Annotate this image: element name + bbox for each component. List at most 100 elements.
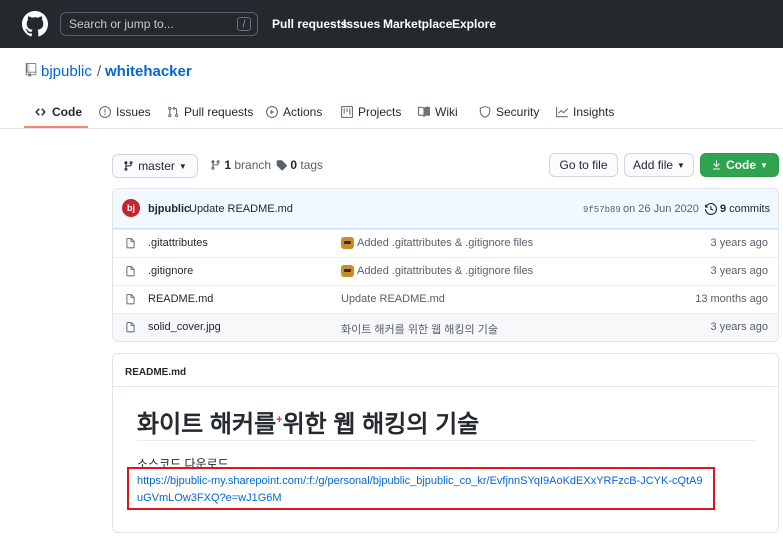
- tab-projects[interactable]: Projects: [341, 105, 401, 119]
- table-row: solid_cover.jpg 화이트 해커를 위한 웹 해킹의 기술 3 ye…: [113, 313, 778, 341]
- nav-explore[interactable]: Explore: [452, 17, 496, 31]
- go-to-file-button[interactable]: Go to file: [549, 153, 618, 177]
- graph-icon: [556, 106, 568, 118]
- file-commit-message[interactable]: Added .gitattributes & .gitignore files: [341, 265, 533, 277]
- commit-count: 9: [720, 203, 727, 215]
- project-icon: [341, 106, 353, 118]
- shield-icon: [479, 106, 491, 118]
- top-header: Search or jump to... / Pull requests Iss…: [0, 0, 783, 48]
- file-age: 3 years ago: [710, 237, 768, 249]
- file-name[interactable]: README.md: [148, 293, 213, 305]
- download-icon: [713, 160, 720, 170]
- nav-pull-requests[interactable]: Pull requests: [272, 17, 347, 31]
- tab-security[interactable]: Security: [479, 105, 539, 119]
- file-commit-message[interactable]: 화이트 해커를 위한 웹 해킹의 기술: [341, 321, 498, 337]
- file-icon: [126, 322, 135, 333]
- table-row: README.md Update README.md 13 months ago: [113, 285, 778, 313]
- readme-title: README.md: [125, 367, 187, 378]
- tab-wiki[interactable]: Wiki: [418, 105, 458, 119]
- play-icon: [266, 106, 278, 118]
- code-download-button[interactable]: Code ▼: [700, 153, 779, 177]
- file-commit-message[interactable]: Update README.md: [341, 293, 445, 305]
- chevron-down-icon: ▼: [178, 161, 187, 171]
- branch-name: master: [138, 159, 175, 173]
- file-icon: [126, 266, 135, 277]
- tags-link[interactable]: 0 tags: [276, 158, 323, 172]
- table-row: .gitattributes Added .gitattributes & .g…: [113, 229, 778, 257]
- emoji-icon: [341, 237, 354, 249]
- avatar[interactable]: bj: [122, 199, 140, 217]
- tab-issues[interactable]: Issues: [99, 105, 151, 119]
- heading-underline: [137, 440, 755, 441]
- issue-icon: [99, 106, 111, 118]
- emoji-icon: [341, 265, 354, 277]
- tab-code[interactable]: Code: [34, 105, 82, 119]
- commit-message[interactable]: Update README.md: [189, 203, 293, 215]
- search-input[interactable]: Search or jump to... /: [60, 12, 258, 36]
- repo-separator: /: [97, 63, 102, 80]
- file-name[interactable]: .gitattributes: [148, 237, 208, 249]
- repo-owner-link[interactable]: bjpublic: [41, 63, 92, 80]
- repo-name-link[interactable]: whitehacker: [105, 63, 192, 80]
- commit-count-word: commits: [729, 203, 771, 215]
- file-age: 13 months ago: [695, 293, 768, 305]
- file-age: 3 years ago: [710, 265, 768, 277]
- add-file-label: Add file: [633, 158, 674, 172]
- file-name[interactable]: solid_cover.jpg: [148, 321, 221, 333]
- readme-heading: 화이트 해커를+위한 웹 해킹의 기술: [137, 404, 479, 439]
- file-age: 3 years ago: [710, 321, 768, 333]
- tab-insights[interactable]: Insights: [556, 105, 614, 119]
- tag-icon: [276, 160, 287, 171]
- tag-word: tags: [300, 158, 324, 172]
- file-commit-message-text: Added .gitattributes & .gitignore files: [357, 265, 534, 277]
- file-icon: [126, 238, 135, 249]
- download-link[interactable]: https://bjpublic-my.sharepoint.com/:f:/g…: [137, 473, 707, 507]
- branch-icon: [211, 160, 220, 170]
- readme-divider: [113, 386, 778, 387]
- book-icon: [418, 106, 430, 117]
- nav-marketplace[interactable]: Marketplace: [383, 17, 452, 31]
- commit-author[interactable]: bjpublic: [148, 203, 190, 215]
- tab-projects-label: Projects: [358, 105, 402, 119]
- readme-heading-end: 위한 웹 해킹의 기술: [282, 411, 480, 438]
- tab-pull-requests[interactable]: Pull requests: [167, 105, 253, 119]
- branch-select-button[interactable]: master ▼: [112, 154, 198, 178]
- file-name[interactable]: .gitignore: [148, 265, 193, 277]
- nav-issues[interactable]: Issues: [343, 17, 380, 31]
- branch-word: branch: [234, 158, 272, 172]
- tab-actions-label: Actions: [283, 105, 323, 119]
- tab-actions[interactable]: Actions: [266, 105, 322, 119]
- tab-code-label: Code: [52, 105, 82, 119]
- file-commit-message-text: Update README.md: [341, 293, 445, 305]
- search-placeholder: Search or jump to...: [69, 17, 174, 31]
- repo-icon: [25, 63, 37, 77]
- tab-insights-label: Insights: [573, 105, 615, 119]
- github-logo-icon[interactable]: [22, 11, 48, 37]
- tab-wiki-label: Wiki: [435, 105, 458, 119]
- add-file-button[interactable]: Add file ▼: [624, 153, 694, 177]
- commit-hash[interactable]: 9f57b89: [583, 205, 621, 215]
- history-icon: [705, 203, 717, 215]
- commits-link[interactable]: 9 commits: [705, 203, 770, 215]
- search-shortcut-key: /: [237, 17, 251, 31]
- file-commit-message[interactable]: Added .gitattributes & .gitignore files: [341, 237, 533, 249]
- branches-link[interactable]: 1 branch: [210, 158, 271, 172]
- tab-issues-label: Issues: [116, 105, 151, 119]
- chevron-down-icon: ▼: [677, 160, 685, 170]
- readme-panel: README.md 화이트 해커를+위한 웹 해킹의 기술 소스코드 다운로드 …: [112, 353, 779, 533]
- readme-heading-start: 화이트 해커를: [137, 411, 277, 438]
- file-icon: [126, 294, 135, 305]
- go-to-file-label: Go to file: [559, 158, 608, 172]
- chevron-down-icon: ▼: [760, 160, 768, 170]
- commit-date: on 26 Jun 2020: [623, 203, 699, 215]
- tag-count: 0: [290, 158, 298, 172]
- file-commit-message-text: 화이트 해커를 위한 웹 해킹의 기술: [341, 324, 498, 336]
- branch-icon: [124, 161, 133, 171]
- file-commit-message-text: Added .gitattributes & .gitignore files: [357, 237, 534, 249]
- file-table: bj bjpublic Update README.md 9f57b89 on …: [112, 188, 779, 342]
- tab-security-label: Security: [496, 105, 540, 119]
- code-button-label: Code: [726, 158, 757, 172]
- pull-request-icon: [168, 106, 179, 118]
- table-row: .gitignore Added .gitattributes & .gitig…: [113, 257, 778, 285]
- code-icon: [35, 108, 46, 116]
